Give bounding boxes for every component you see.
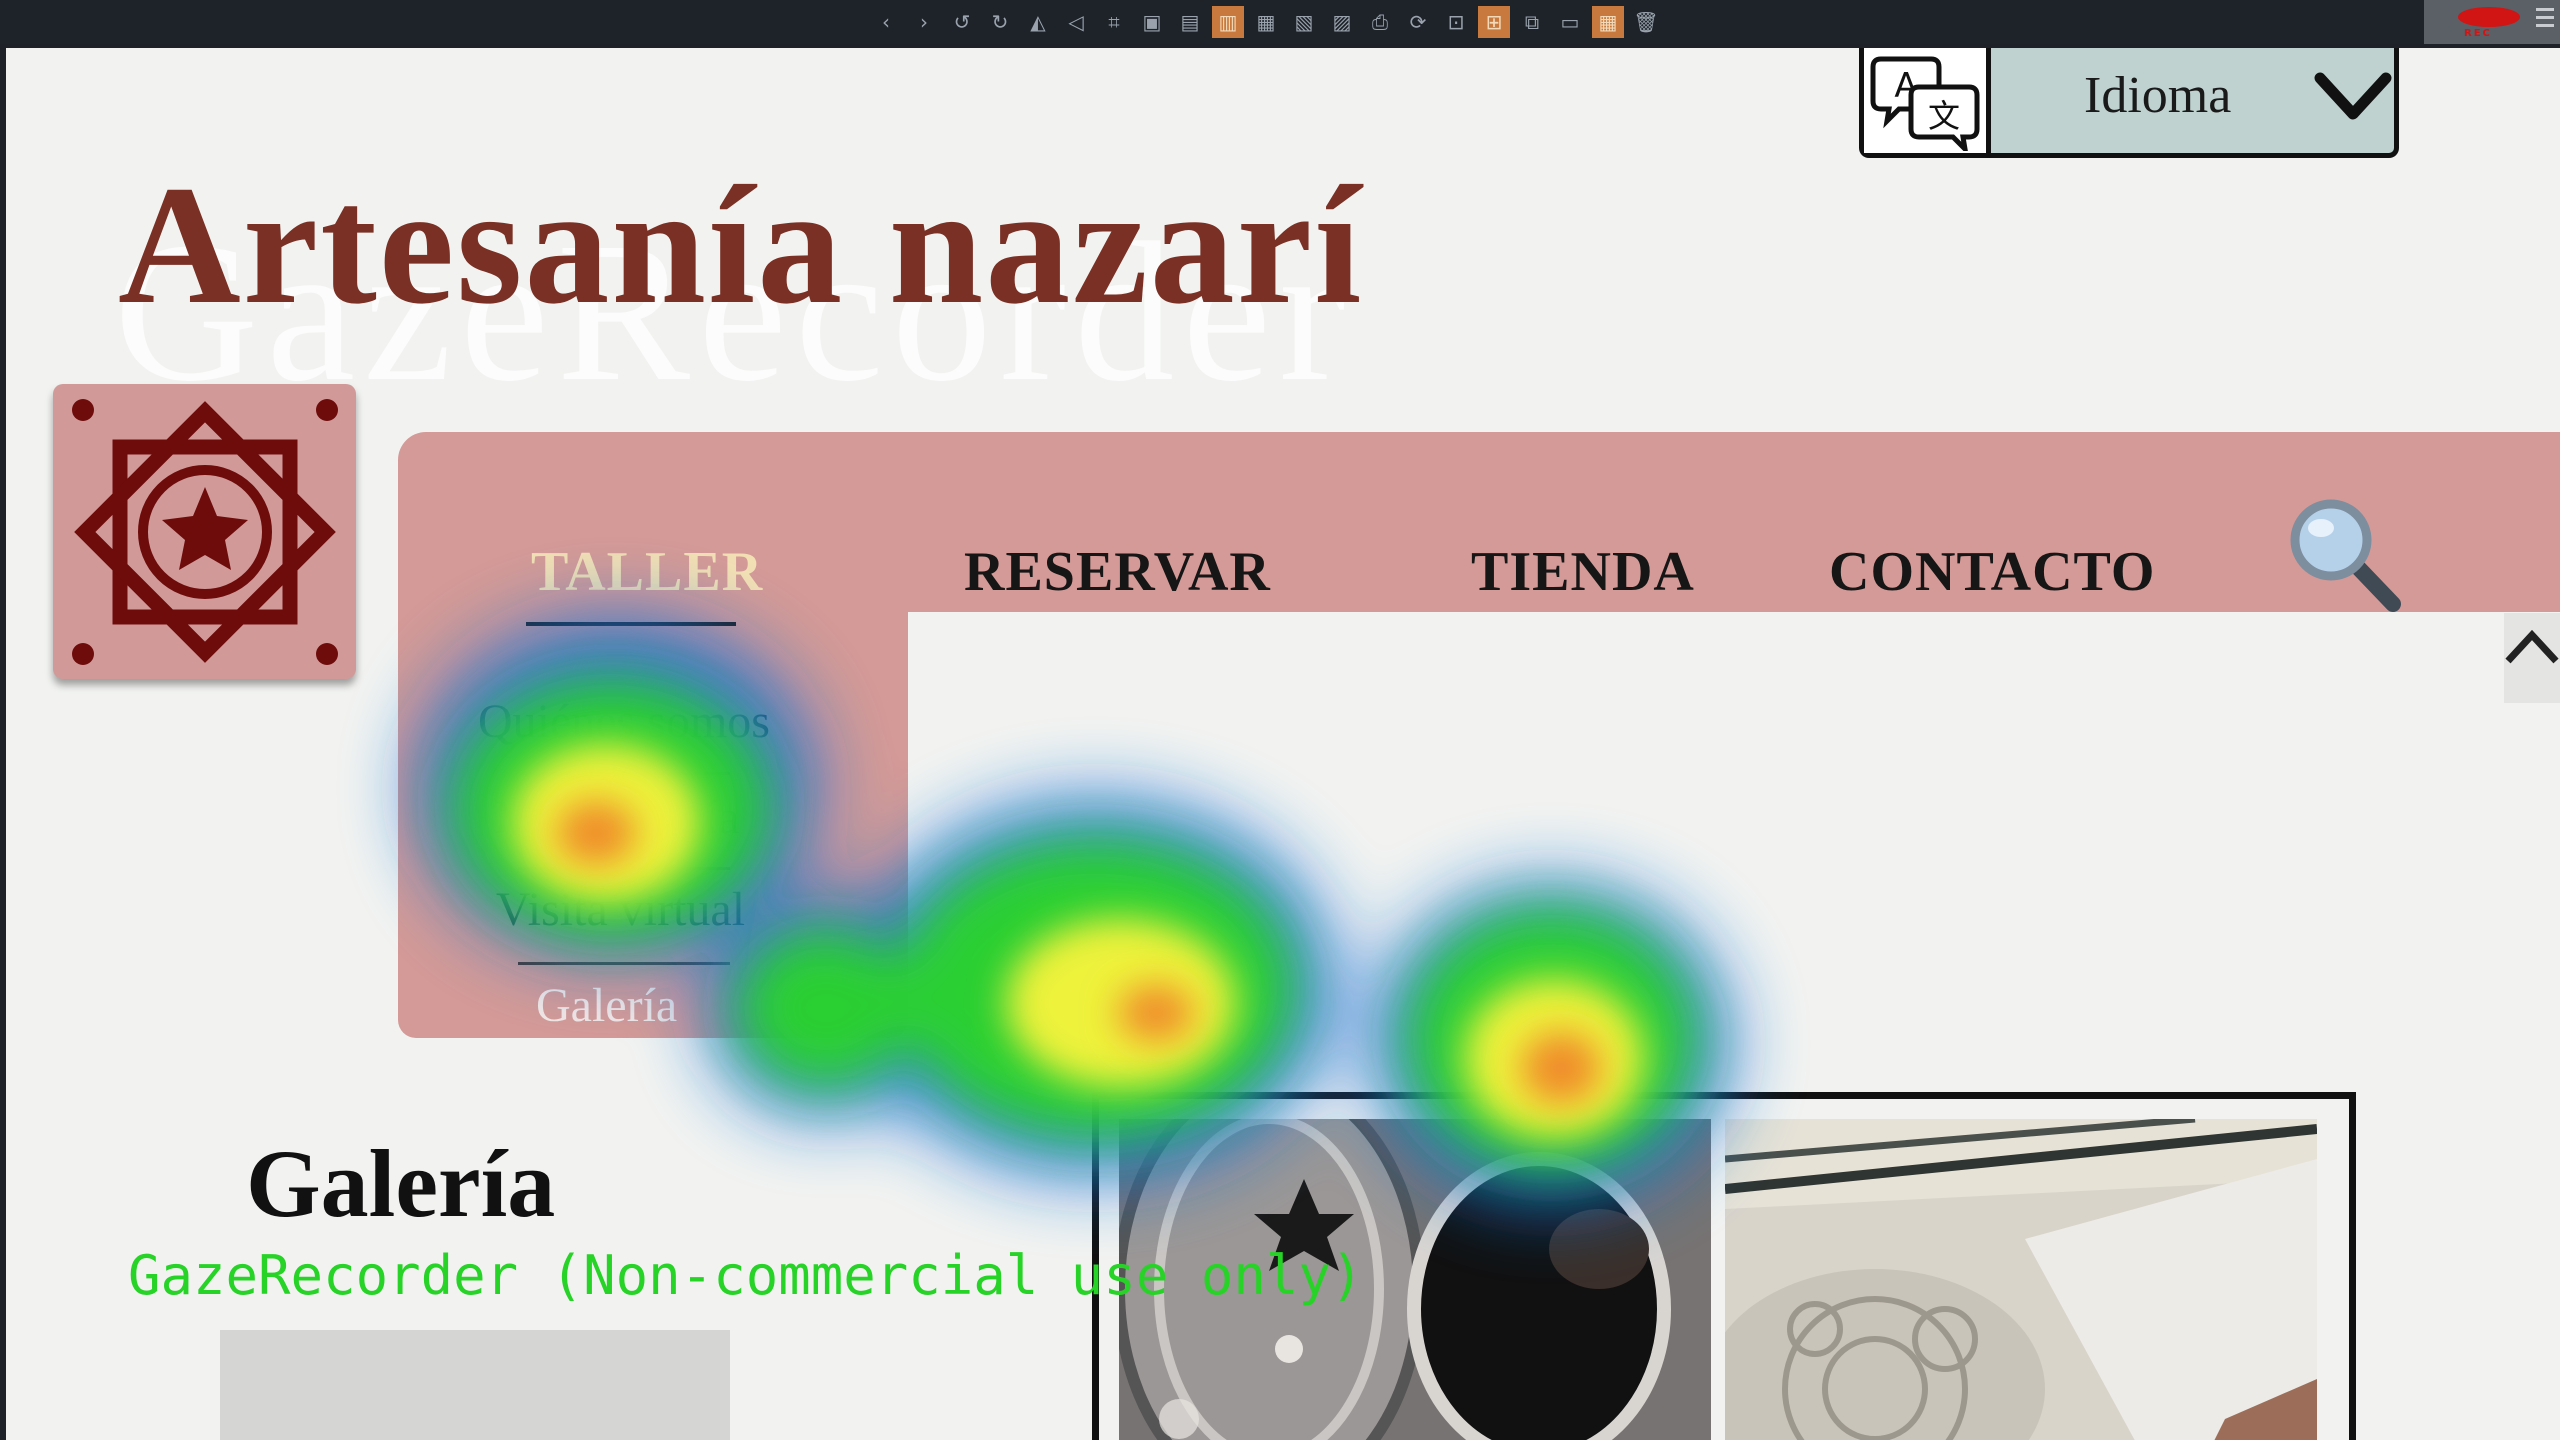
print-icon[interactable]: ⎙ [1364, 6, 1396, 38]
nav-item-reservar[interactable]: RESERVAR [964, 540, 1271, 604]
grid-icon[interactable]: ▦ [1592, 6, 1624, 38]
record-indicator[interactable]: REC [2424, 0, 2560, 44]
hamburger-icon[interactable] [2536, 8, 2554, 32]
chevron-down-icon [2314, 72, 2392, 120]
translate-icon: A 文 [1864, 48, 1991, 153]
svg-text:文: 文 [1928, 97, 1960, 135]
chevron-up-icon [2505, 629, 2559, 664]
layout5-icon[interactable]: ▧ [1288, 6, 1320, 38]
image-icon[interactable]: ▭ [1554, 6, 1586, 38]
gazerecorder-watermark: GazeRecorder (Non-commercial use only) [128, 1244, 1364, 1307]
record-dot-icon [2458, 7, 2520, 27]
language-label: Idioma [2084, 67, 2232, 124]
toolbar-icons: ‹ › ↺ ↻ ◭ ◁ ⌗ ▣ ▤ ▥ ▦ ▧ ▨ ⎙ ⟳ ⊡ ⊞ ⧉ ▭ ▦ … [870, 6, 1662, 38]
submenu-divider [518, 772, 730, 775]
submenu-item-quienes-somos[interactable]: Quiénes somos [478, 694, 770, 749]
language-selector[interactable]: A 文 Idioma [1859, 48, 2399, 158]
section-title: Galería [246, 1130, 556, 1237]
content-card[interactable] [220, 1330, 730, 1440]
refresh-icon[interactable]: ⟳ [1402, 6, 1434, 38]
web-page: GazeRecorder Artesanía nazarí A 文 Idioma [6, 48, 2560, 1440]
gallery-photo[interactable] [1725, 1119, 2317, 1440]
carving-tools-photo [1725, 1119, 2317, 1440]
scroll-up-button[interactable] [2504, 613, 2560, 703]
nav-item-tienda[interactable]: TIENDA [1471, 540, 1695, 604]
submenu-item-metodologia[interactable]: Metodología [494, 790, 739, 845]
submenu-divider [518, 962, 730, 965]
record-label: REC [2464, 28, 2492, 39]
expand-icon[interactable]: ⊞ [1478, 6, 1510, 38]
submenu-item-galeria[interactable]: Galería [536, 978, 677, 1033]
search-icon[interactable] [2289, 498, 2409, 618]
mirror-icon[interactable]: ◁ [1060, 6, 1092, 38]
nav-item-taller[interactable]: TALLER [531, 540, 763, 604]
nazari-star-icon [71, 398, 338, 665]
undo-icon[interactable]: ↺ [946, 6, 978, 38]
layout4-icon[interactable]: ▦ [1250, 6, 1282, 38]
picture-icon[interactable]: ⧉ [1516, 6, 1548, 38]
back-icon[interactable]: ‹ [870, 6, 902, 38]
main-navigation: TALLER RESERVAR TIENDA CONTACTO [398, 432, 2560, 612]
layout6-icon[interactable]: ▨ [1326, 6, 1358, 38]
site-logo[interactable] [53, 384, 356, 679]
layout2-icon[interactable]: ▤ [1174, 6, 1206, 38]
crop-icon[interactable]: ⌗ [1098, 6, 1130, 38]
nav-item-contacto[interactable]: CONTACTO [1829, 540, 2155, 604]
trash-icon[interactable]: 🗑 [1630, 6, 1662, 38]
taller-submenu: Quiénes somos Metodología Visita virtual… [398, 612, 908, 1038]
submenu-item-visita-virtual[interactable]: Visita virtual [496, 882, 745, 937]
site-title: Artesanía nazarí [118, 151, 1364, 339]
recorder-toolbar: ‹ › ↺ ↻ ◭ ◁ ⌗ ▣ ▤ ▥ ▦ ▧ ▨ ⎙ ⟳ ⊡ ⊞ ⧉ ▭ ▦ … [0, 0, 2560, 44]
redo-icon[interactable]: ↻ [984, 6, 1016, 38]
flip-icon[interactable]: ◭ [1022, 6, 1054, 38]
layout3-icon[interactable]: ▥ [1212, 6, 1244, 38]
active-underline [526, 622, 736, 626]
submenu-divider [518, 867, 730, 870]
forward-icon[interactable]: › [908, 6, 940, 38]
layout1-icon[interactable]: ▣ [1136, 6, 1168, 38]
resize-icon[interactable]: ⊡ [1440, 6, 1472, 38]
